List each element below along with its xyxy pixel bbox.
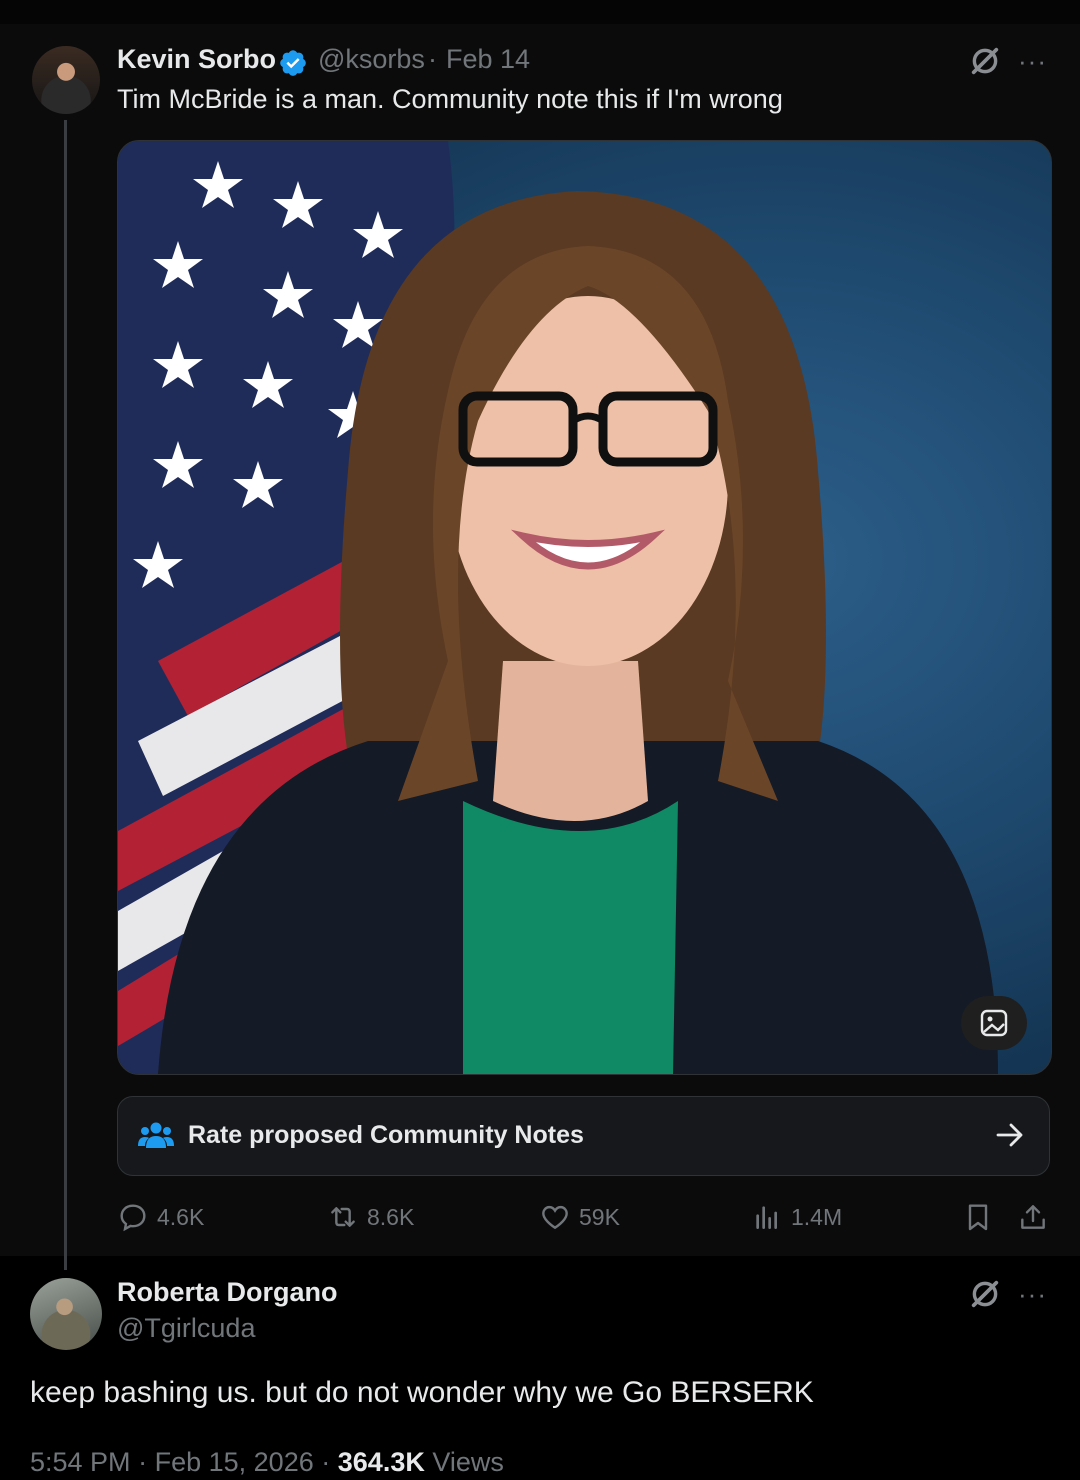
tweet-time[interactable]: 5:54 PM xyxy=(30,1447,131,1477)
portrait-photo xyxy=(118,141,998,1074)
community-notes-label[interactable]: Rate proposed Community Notes xyxy=(188,1121,584,1150)
tweet-meta: 5:54 PM · Feb 15, 2026 · 364.3K Views xyxy=(30,1447,504,1478)
more-options-icon[interactable]: ··· xyxy=(1018,46,1047,77)
arrow-right-icon[interactable] xyxy=(994,1120,1026,1150)
repost-button[interactable]: 8.6K xyxy=(327,1200,414,1234)
tweet-date[interactable]: Feb 15, 2026 xyxy=(155,1447,314,1477)
repost-count: 8.6K xyxy=(367,1203,415,1230)
views-count: 364.3K xyxy=(337,1447,425,1477)
content-disclosure-button[interactable] xyxy=(961,996,1027,1050)
views-chart-icon xyxy=(756,1206,777,1229)
people-icon xyxy=(138,1122,174,1148)
thread-connector-line xyxy=(64,120,67,1270)
author-name[interactable]: Roberta Dorgano xyxy=(117,1277,338,1308)
verified-badge-icon xyxy=(280,50,306,76)
handle[interactable]: @Tgirlcuda xyxy=(117,1313,255,1344)
reply-text: keep bashing us. but do not wonder why w… xyxy=(30,1376,814,1409)
more-options-icon[interactable]: ··· xyxy=(1018,1279,1047,1310)
like-button[interactable]: 59K xyxy=(539,1200,620,1234)
heart-icon xyxy=(542,1205,568,1230)
image-edit-icon xyxy=(980,1009,1008,1037)
avatar[interactable] xyxy=(32,46,100,114)
repost-icon xyxy=(331,1207,355,1227)
bookmark-button[interactable] xyxy=(962,1200,994,1234)
separator-dot: · xyxy=(138,1447,148,1477)
reply-button[interactable]: 4.6K xyxy=(117,1200,204,1234)
top-strip xyxy=(0,0,1080,24)
tweet-text: Tim McBride is a man. Community note thi… xyxy=(117,84,783,114)
handle[interactable]: @ksorbs xyxy=(318,44,425,75)
reply-icon xyxy=(120,1204,146,1232)
tweet-date[interactable]: Feb 14 xyxy=(446,44,530,75)
views-count: 1.4M xyxy=(791,1203,843,1230)
separator-dot: · xyxy=(321,1447,331,1477)
grok-icon[interactable] xyxy=(968,1277,1002,1311)
like-count: 59K xyxy=(579,1203,620,1230)
separator-dot: · xyxy=(428,44,437,74)
tweet-image[interactable] xyxy=(117,140,1052,1075)
views-label: Views xyxy=(432,1447,504,1477)
share-icon xyxy=(1021,1205,1045,1229)
grok-icon[interactable] xyxy=(968,44,1002,78)
share-button[interactable] xyxy=(1017,1200,1049,1234)
avatar[interactable] xyxy=(30,1278,102,1350)
author-name[interactable]: Kevin Sorbo xyxy=(117,44,276,75)
views-button[interactable]: 1.4M xyxy=(751,1200,842,1234)
reply-count: 4.6K xyxy=(157,1203,205,1230)
bookmark-icon xyxy=(968,1204,988,1231)
